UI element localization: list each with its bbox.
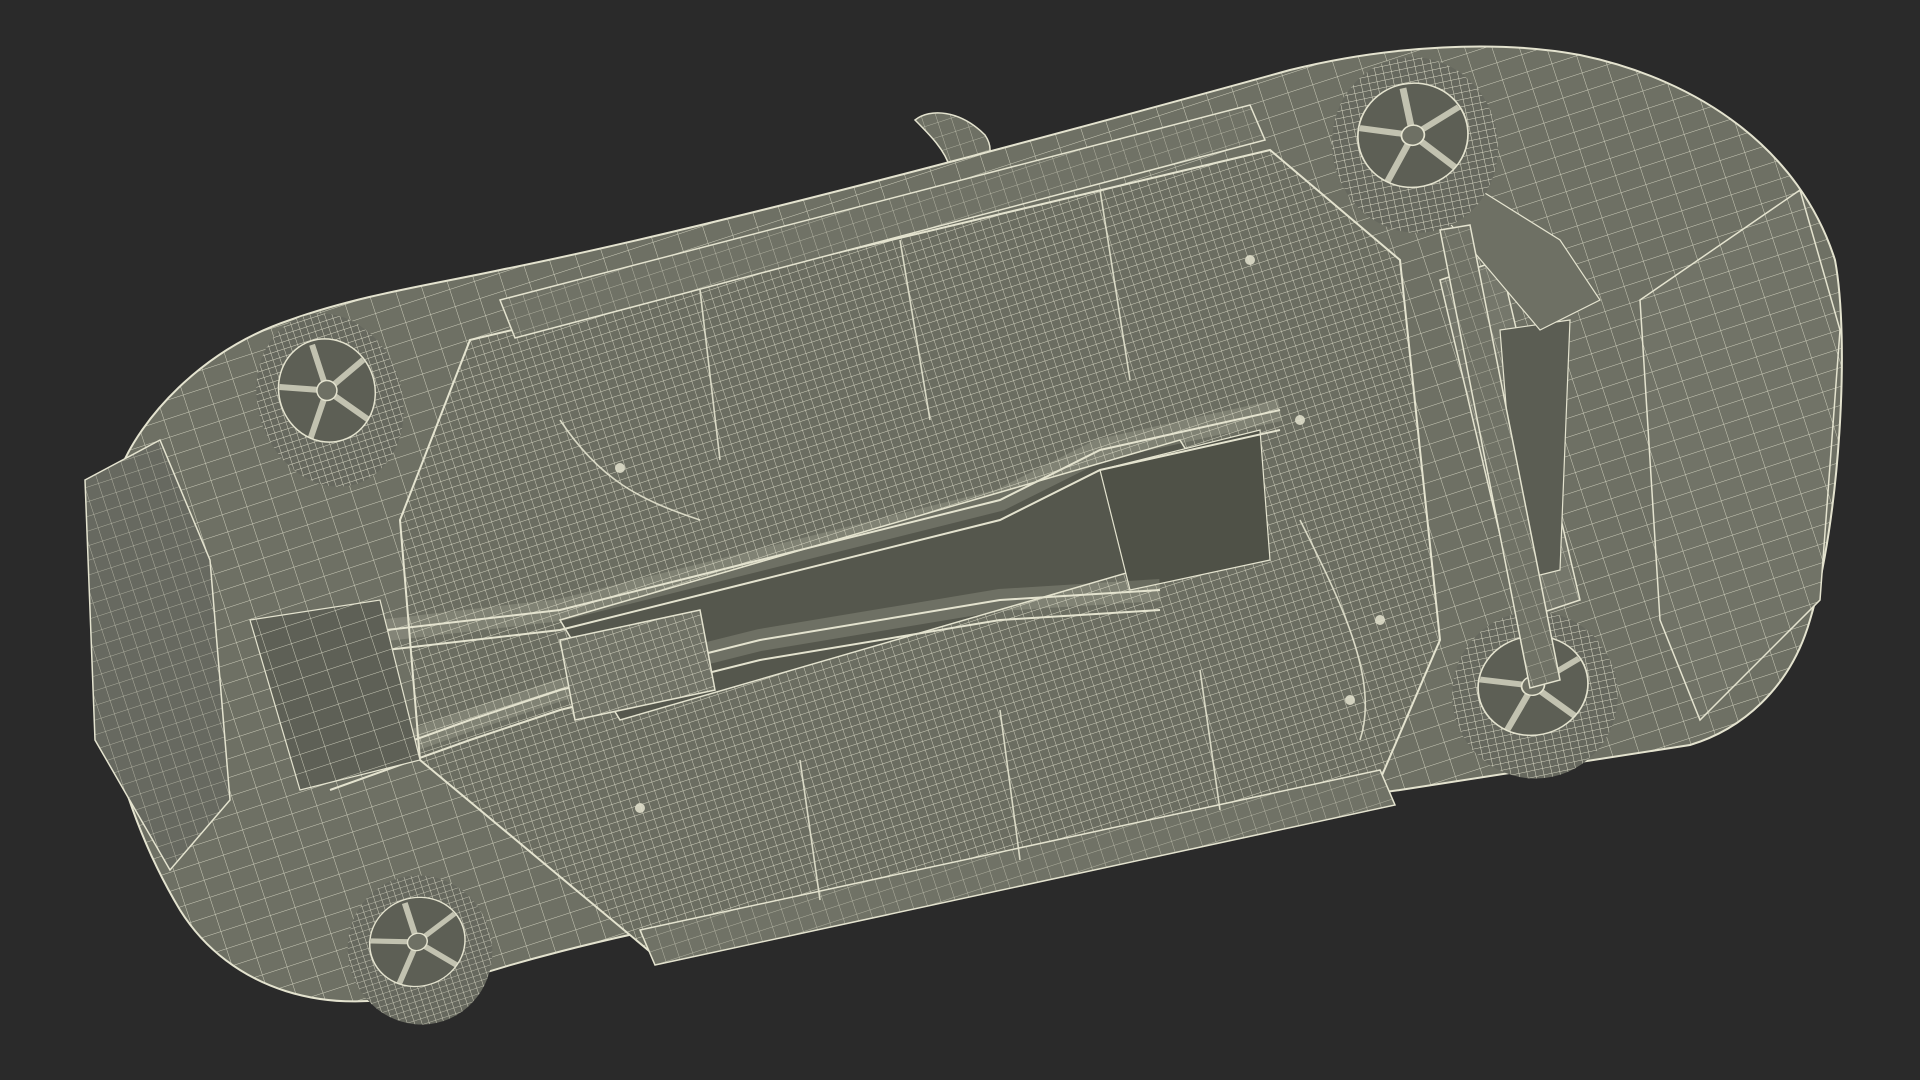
car-underside-wireframe-render: [84, 0, 1843, 1080]
viewport: [0, 0, 1920, 1080]
